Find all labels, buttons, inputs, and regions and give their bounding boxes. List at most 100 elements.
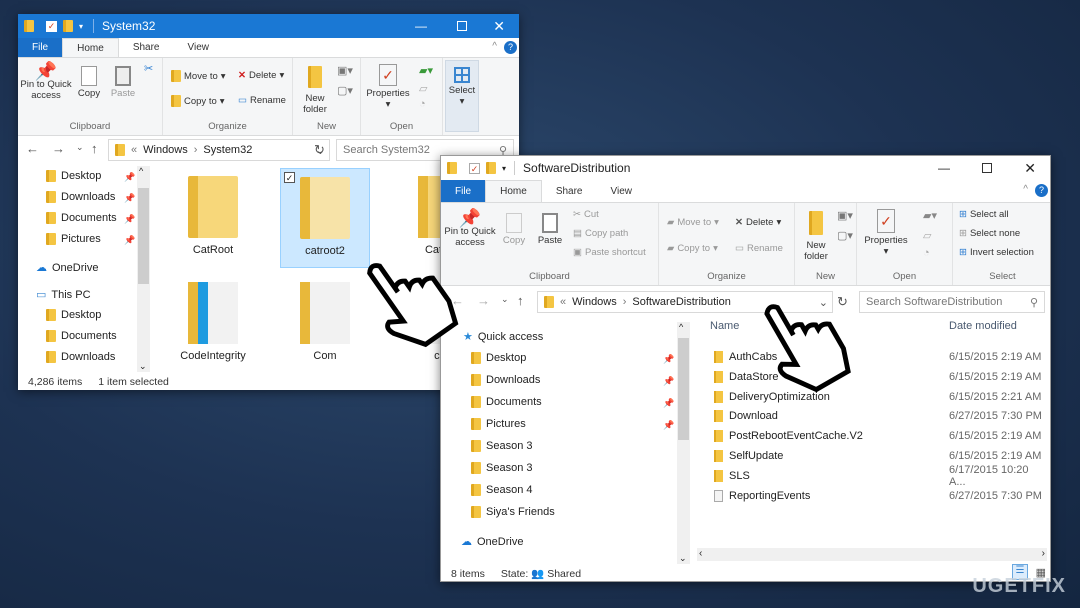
- select-button[interactable]: Select ▾: [445, 60, 479, 132]
- column-name[interactable]: Name: [710, 320, 739, 332]
- easy-access-icon[interactable]: ▢▾: [837, 229, 853, 242]
- search-box[interactable]: Search SoftwareDistribution ⚲: [859, 291, 1045, 313]
- pin-to-quick-access-button[interactable]: 📌 Pin to Quick access: [443, 209, 497, 248]
- paste-button[interactable]: Paste: [535, 213, 565, 246]
- nav-item[interactable]: Siya's Friends: [471, 506, 555, 518]
- open-icon[interactable]: ▰▾: [419, 64, 433, 77]
- horizontal-scrollbar[interactable]: ‹ ›: [697, 548, 1047, 561]
- recent-locations-button[interactable]: ⌄: [501, 294, 509, 305]
- nav-item[interactable]: Desktop: [46, 170, 101, 182]
- minimize-button[interactable]: —: [415, 19, 427, 33]
- back-button[interactable]: ←: [26, 141, 39, 156]
- close-button[interactable]: ✕: [493, 18, 505, 35]
- cut-button[interactable]: ✂ Cut: [573, 209, 599, 220]
- up-button[interactable]: ↑: [517, 293, 524, 308]
- tab-share[interactable]: Share: [542, 180, 597, 202]
- history-icon[interactable]: ◔: [419, 98, 426, 110]
- open-icon[interactable]: ▰▾: [923, 209, 937, 222]
- nav-item[interactable]: Season 3: [471, 440, 532, 452]
- copy-button[interactable]: Copy: [499, 213, 529, 246]
- nav-item[interactable]: Pictures: [46, 233, 101, 245]
- easy-access-icon[interactable]: ▢▾: [337, 84, 353, 97]
- file-row[interactable]: PostRebootEventCache.V2 6/15/2015 2:19 AM: [699, 427, 1047, 445]
- properties-quick-icon[interactable]: ✓: [46, 20, 57, 32]
- select-none-button[interactable]: ⊞ Select none: [959, 228, 1020, 239]
- tab-home[interactable]: Home: [485, 180, 542, 202]
- edit-icon[interactable]: ▱: [419, 82, 427, 95]
- nav-item-onedrive[interactable]: ☁ OneDrive: [461, 535, 523, 549]
- properties-quick-icon[interactable]: ✓: [469, 162, 480, 174]
- invert-selection-button[interactable]: ⊞ Invert selection: [959, 247, 1034, 258]
- properties-button[interactable]: ✓ Properties ▾: [363, 64, 413, 110]
- copy-to-button[interactable]: Copy to ▾: [171, 95, 225, 107]
- scroll-thumb[interactable]: [138, 188, 149, 284]
- tab-view[interactable]: View: [174, 38, 224, 57]
- nav-item[interactable]: Desktop: [471, 352, 526, 364]
- nav-scrollbar[interactable]: ^ ⌄: [677, 322, 690, 564]
- new-folder-quick-icon[interactable]: [486, 162, 496, 174]
- new-item-icon[interactable]: ▣▾: [337, 64, 353, 77]
- nav-item-onedrive[interactable]: ☁ OneDrive: [36, 261, 98, 275]
- customize-quick-access-icon[interactable]: ▾: [79, 22, 83, 31]
- breadcrumb-softwaredistribution[interactable]: SoftwareDistribution: [632, 296, 730, 308]
- copy-button[interactable]: Copy: [74, 66, 104, 99]
- help-icon[interactable]: ?: [504, 41, 517, 54]
- copy-to-button[interactable]: ▰ Copy to ▾: [667, 243, 718, 254]
- scroll-down-icon[interactable]: ⌄: [679, 553, 687, 564]
- select-all-button[interactable]: ⊞ Select all: [959, 209, 1009, 220]
- nav-item[interactable]: Downloads: [46, 191, 115, 203]
- file-row[interactable]: Download 6/27/2015 7:30 PM: [699, 407, 1047, 425]
- new-folder-button[interactable]: New folder: [801, 211, 831, 262]
- properties-button[interactable]: ✓ Properties ▾: [861, 209, 911, 257]
- nav-item[interactable]: Downloads: [46, 351, 115, 363]
- breadcrumb-system32[interactable]: System32: [203, 144, 252, 156]
- nav-item[interactable]: Documents: [46, 212, 117, 224]
- tab-view[interactable]: View: [597, 180, 647, 202]
- rename-button[interactable]: ▭ Rename: [238, 95, 286, 106]
- collapse-ribbon-icon[interactable]: ^: [1023, 184, 1028, 195]
- file-row[interactable]: SelfUpdate 6/15/2015 2:19 AM: [699, 447, 1047, 465]
- up-button[interactable]: ↑: [91, 141, 98, 156]
- minimize-button[interactable]: —: [938, 161, 950, 175]
- recent-locations-button[interactable]: ⌄: [76, 142, 84, 153]
- breadcrumb-windows[interactable]: Windows: [572, 296, 617, 308]
- tab-file[interactable]: File: [441, 180, 486, 202]
- forward-button[interactable]: →: [52, 141, 65, 156]
- move-to-button[interactable]: Move to ▾: [171, 70, 226, 82]
- scroll-up-icon[interactable]: ^: [679, 322, 683, 332]
- paste-shortcut-button[interactable]: ▣ Paste shortcut: [573, 247, 646, 258]
- address-bar[interactable]: « Windows › System32 ⌄: [108, 139, 330, 161]
- nav-item-this-pc[interactable]: ▭ This PC: [36, 288, 91, 302]
- checkbox-checked[interactable]: ✓: [284, 172, 295, 183]
- new-item-icon[interactable]: ▣▾: [837, 209, 853, 222]
- tab-home[interactable]: Home: [62, 38, 119, 57]
- nav-item[interactable]: Season 3: [471, 462, 532, 474]
- nav-item[interactable]: Season 4: [471, 484, 532, 496]
- copy-path-button[interactable]: ▤ Copy path: [573, 228, 628, 239]
- column-date-modified[interactable]: Date modified: [949, 320, 1017, 332]
- rename-button[interactable]: ▭ Rename: [735, 243, 783, 254]
- collapse-ribbon-icon[interactable]: ^: [492, 41, 497, 52]
- edit-icon[interactable]: ▱: [923, 229, 931, 242]
- cut-icon[interactable]: ✂: [144, 62, 153, 75]
- help-icon[interactable]: ?: [1035, 184, 1048, 197]
- refresh-button[interactable]: ↻: [314, 142, 325, 158]
- scroll-right-icon[interactable]: ›: [1042, 548, 1045, 559]
- tab-file[interactable]: File: [18, 38, 63, 57]
- nav-item[interactable]: Documents: [471, 396, 542, 408]
- maximize-button[interactable]: [982, 163, 992, 173]
- nav-item[interactable]: Desktop: [46, 309, 101, 321]
- file-row[interactable]: ReportingEvents 6/27/2015 7:30 PM: [699, 487, 1047, 505]
- file-row[interactable]: SLS 6/17/2015 10:20 A...: [699, 464, 1047, 488]
- nav-item[interactable]: Documents: [46, 330, 117, 342]
- tab-share[interactable]: Share: [119, 38, 174, 57]
- scroll-left-icon[interactable]: ‹: [699, 548, 702, 559]
- folder-item[interactable]: CodeIntegrity: [168, 276, 258, 376]
- new-folder-button[interactable]: New folder: [299, 66, 331, 115]
- scroll-up-icon[interactable]: ^: [139, 166, 143, 176]
- history-icon[interactable]: ◔: [923, 247, 930, 259]
- scroll-thumb[interactable]: [678, 338, 689, 440]
- nav-scrollbar[interactable]: ^ ⌄: [137, 166, 150, 372]
- forward-button[interactable]: →: [477, 293, 490, 308]
- nav-item[interactable]: Pictures: [471, 418, 526, 430]
